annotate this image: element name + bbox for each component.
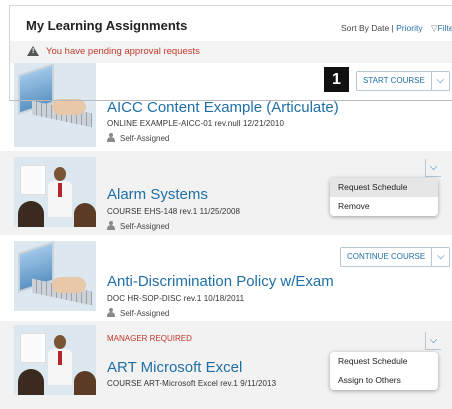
course-title[interactable]: ART Microsoft Excel xyxy=(107,359,242,376)
manager-required-flag: MANAGER REQUIRED xyxy=(107,334,192,343)
course-actions-menu: Request Schedule Remove xyxy=(330,178,438,216)
course-row-3: Anti-Discrimination Policy w/Exam DOC HR… xyxy=(0,235,452,321)
course-thumbnail[interactable] xyxy=(14,157,96,227)
course-thumbnail[interactable] xyxy=(14,241,96,311)
course-title[interactable]: AICC Content Example (Articulate) xyxy=(107,99,339,116)
warning-icon: ! xyxy=(27,46,39,56)
assignment-label: Self-Assigned xyxy=(120,309,170,318)
continue-course-button-group: CONTINUE COURSE ⌵ xyxy=(340,247,451,267)
continue-course-button[interactable]: CONTINUE COURSE xyxy=(341,248,431,266)
course-actions-menu: Request Schedule Assign to Others xyxy=(330,352,438,390)
sort-priority-link[interactable]: Priority xyxy=(396,23,422,33)
annotation-badge: 1 xyxy=(324,67,349,92)
page-title: My Learning Assignments xyxy=(26,18,188,33)
person-icon xyxy=(107,133,115,142)
course-row-2: Alarm Systems COURSE EHS-148 rev.1 11/25… xyxy=(0,151,452,235)
course-code: COURSE EHS-148 rev.1 11/25/2008 xyxy=(107,207,241,216)
sort-by-date-label[interactable]: Sort By Date | xyxy=(341,23,394,33)
chevron-down-icon[interactable]: ⌵ xyxy=(425,159,441,177)
course-title[interactable]: Alarm Systems xyxy=(107,186,208,203)
assign-to-others-menu-item[interactable]: Assign to Others xyxy=(330,371,438,390)
assignment-type: Self-Assigned xyxy=(107,308,169,318)
course-thumbnail[interactable] xyxy=(14,325,96,395)
course-code: ONLINE EXAMPLE-AICC-01 rev.null 12/21/20… xyxy=(107,119,285,128)
alert-text[interactable]: You have pending approval requests xyxy=(46,46,200,57)
callout-frame xyxy=(9,63,452,101)
course-title[interactable]: Anti-Discrimination Policy w/Exam xyxy=(107,273,334,290)
remove-menu-item[interactable]: Remove xyxy=(330,197,438,216)
filter-link[interactable]: Filte xyxy=(438,23,452,33)
course-code: COURSE ART-Microsoft Excel rev.1 9/11/20… xyxy=(107,379,277,388)
person-icon xyxy=(107,308,115,317)
pending-approval-alert: ! You have pending approval requests xyxy=(9,41,452,63)
request-schedule-menu-item[interactable]: Request Schedule xyxy=(330,352,438,371)
assignment-type: Self-Assigned xyxy=(107,221,169,231)
request-schedule-menu-item[interactable]: Request Schedule xyxy=(330,178,438,197)
chevron-down-icon[interactable]: ⌵ xyxy=(431,248,449,266)
assignment-label: Self-Assigned xyxy=(120,222,170,231)
sort-controls: Sort By Date | Priority ▽Filte xyxy=(341,23,452,34)
course-code: DOC HR-SOP-DISC rev.1 10/18/2011 xyxy=(107,294,245,303)
assignment-type: Self-Assigned xyxy=(107,133,169,143)
assignment-label: Self-Assigned xyxy=(120,134,170,143)
panel-header: My Learning Assignments Sort By Date | P… xyxy=(9,5,452,41)
course-row-4: MANAGER REQUIRED ART Microsoft Excel COU… xyxy=(0,321,452,409)
person-icon xyxy=(107,221,115,230)
chevron-down-icon[interactable]: ⌵ xyxy=(425,332,441,350)
